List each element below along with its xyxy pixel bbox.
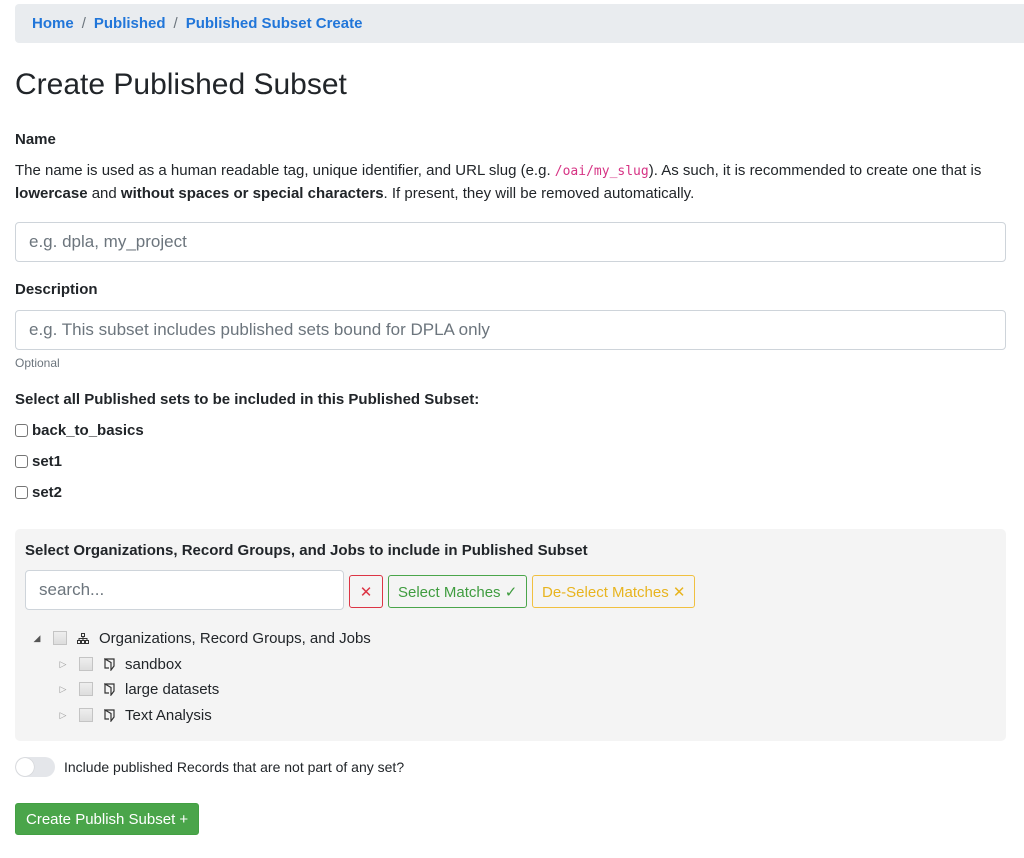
breadcrumb-separator: /	[173, 15, 178, 32]
org-tree-panel: Select Organizations, Record Groups, and…	[15, 529, 1006, 741]
expand-triangle-icon[interactable]: ▷	[58, 684, 68, 695]
tree-node-label[interactable]: Organizations, Record Groups, and Jobs	[99, 630, 371, 647]
tree-node-label[interactable]: large datasets	[125, 681, 219, 698]
tree-node-root[interactable]: ◢ Organizations, Record Groups, and Jobs	[32, 627, 371, 649]
description-label: Description	[15, 281, 98, 298]
help-text: and	[87, 185, 121, 202]
set-option-set2[interactable]: set2	[15, 484, 62, 501]
deselect-matches-button[interactable]: De-Select Matches ✕	[532, 575, 696, 608]
include-unset-records-toggle[interactable]	[15, 757, 55, 777]
clear-search-button[interactable]: ✕	[349, 575, 383, 608]
tree-node-large-datasets[interactable]: ▷ large datasets	[58, 678, 220, 700]
breadcrumb: Home / Published / Published Subset Crea…	[15, 4, 1024, 43]
tree-search-input[interactable]	[25, 570, 344, 610]
slug-example: /oai/my_slug	[554, 164, 649, 179]
set-option-back-to-basics[interactable]: back_to_basics	[15, 422, 144, 439]
help-emphasis: without spaces or special characters	[120, 185, 384, 202]
breadcrumb-published[interactable]: Published	[94, 15, 166, 32]
organization-icon	[102, 682, 116, 696]
set-label: back_to_basics	[32, 422, 144, 439]
name-label: Name	[15, 131, 56, 148]
include-unset-records-row: Include published Records that are not p…	[15, 757, 404, 777]
set-checkbox[interactable]	[15, 486, 28, 499]
page-title: Create Published Subset	[15, 68, 347, 101]
expand-triangle-icon[interactable]: ▷	[58, 659, 68, 670]
tree-node-sandbox[interactable]: ▷ sandbox	[58, 653, 182, 675]
organization-icon	[102, 708, 116, 722]
description-input[interactable]	[15, 310, 1006, 350]
tree-checkbox[interactable]	[79, 708, 93, 722]
organization-icon	[102, 657, 116, 671]
tree-checkbox[interactable]	[79, 657, 93, 671]
collapse-triangle-icon[interactable]: ◢	[32, 633, 42, 644]
include-unset-records-label: Include published Records that are not p…	[64, 759, 405, 775]
sitemap-icon	[76, 632, 90, 644]
breadcrumb-separator: /	[81, 15, 86, 32]
tree-checkbox[interactable]	[79, 682, 93, 696]
name-input[interactable]	[15, 222, 1006, 262]
help-text: The name is used as a human readable tag…	[15, 162, 555, 179]
set-label: set2	[32, 484, 63, 501]
tree-node-text-analysis[interactable]: ▷ Text Analysis	[58, 704, 212, 726]
set-checkbox[interactable]	[15, 424, 28, 437]
help-text: . If present, they will be removed autom…	[383, 185, 695, 202]
tree-node-label[interactable]: Text Analysis	[125, 707, 212, 724]
set-option-set1[interactable]: set1	[15, 453, 62, 470]
set-label: set1	[32, 453, 63, 470]
name-help-text: The name is used as a human readable tag…	[15, 160, 1015, 205]
create-publish-subset-button[interactable]: Create Publish Subset +	[15, 803, 200, 835]
tree-checkbox[interactable]	[53, 631, 67, 645]
org-tree-title: Select Organizations, Record Groups, and…	[25, 542, 588, 559]
breadcrumb-home[interactable]: Home	[32, 15, 74, 32]
expand-triangle-icon[interactable]: ▷	[58, 710, 68, 721]
description-optional-hint: Optional	[15, 356, 60, 370]
help-text: ). As such, it is recommended to create …	[648, 162, 982, 179]
help-emphasis: lowercase	[15, 185, 88, 202]
sets-label: Select all Published sets to be included…	[15, 391, 480, 408]
set-checkbox[interactable]	[15, 455, 28, 468]
toggle-knob	[16, 758, 34, 776]
select-matches-button[interactable]: Select Matches ✓	[388, 575, 528, 608]
tree-node-label[interactable]: sandbox	[125, 656, 182, 673]
breadcrumb-current[interactable]: Published Subset Create	[186, 15, 363, 32]
